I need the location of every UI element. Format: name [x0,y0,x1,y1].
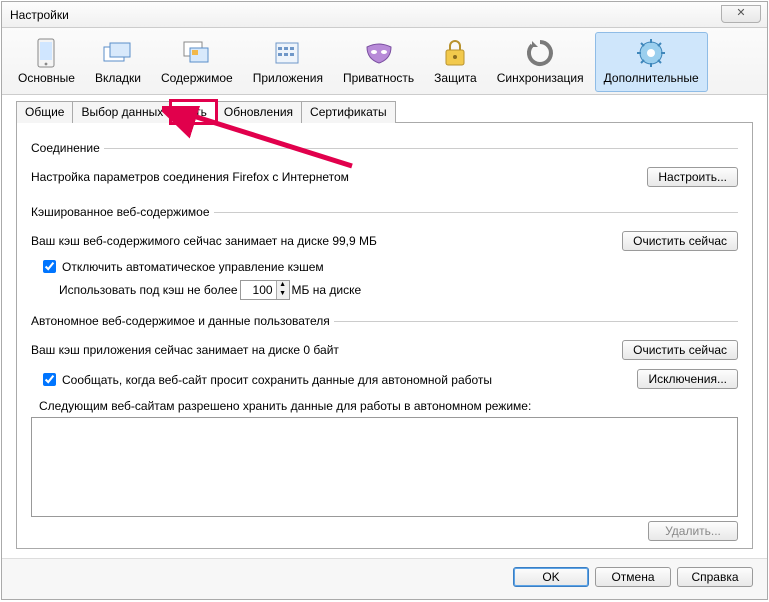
toolbar-label: Основные [18,71,75,85]
toolbar-sync[interactable]: Синхронизация [488,32,593,92]
cancel-button[interactable]: Отмена [595,567,671,587]
offline-list-label: Следующим веб-сайтам разрешено хранить д… [39,399,738,413]
delete-button: Удалить... [648,521,738,541]
subtab-strip: Общие Выбор данных Сеть Обновления Серти… [2,95,767,123]
toolbar-privacy[interactable]: Приватность [334,32,423,92]
close-button[interactable]: ✕ [721,5,761,23]
cache-legend: Кэшированное веб-содержимое [31,205,214,219]
toolbar-security[interactable]: Защита [425,32,486,92]
settings-panel: Соединение Настройка параметров соединен… [16,122,753,549]
ok-button[interactable]: OK [513,567,589,587]
content-icon [181,37,213,69]
toolbar-label: Содержимое [161,71,233,85]
toolbar-label: Дополнительные [604,71,699,85]
cache-limit-suffix: МБ на диске [292,283,362,297]
toolbar-applications[interactable]: Приложения [244,32,332,92]
connection-desc: Настройка параметров соединения Firefox … [31,170,647,184]
offline-notify-label: Сообщать, когда веб-сайт просит сохранит… [62,373,492,387]
offline-group: Автономное веб-содержимое и данные польз… [31,314,738,541]
lock-icon [439,37,471,69]
subtab-certificates[interactable]: Сертификаты [301,101,396,123]
toolbar-label: Синхронизация [497,71,584,85]
toolbar-label: Вкладки [95,71,141,85]
subtab-data-choices[interactable]: Выбор данных [72,101,172,123]
mask-icon [363,37,395,69]
clear-offline-button[interactable]: Очистить сейчас [622,340,738,360]
applications-icon [272,37,304,69]
override-cache-label: Отключить автоматическое управление кэше… [62,260,324,274]
cache-limit-stepper[interactable]: ▲ ▼ [240,280,290,300]
category-toolbar: Основные Вкладки Содержимое Приложения П… [2,28,767,95]
toolbar-tabs[interactable]: Вкладки [86,32,150,92]
window-title: Настройки [10,8,69,22]
offline-status: Ваш кэш приложения сейчас занимает на ди… [31,343,622,357]
dialog-footer: OK Отмена Справка [2,558,767,599]
titlebar: Настройки ✕ [2,2,767,28]
cache-limit-prefix: Использовать под кэш не более [59,283,238,297]
toolbar-content[interactable]: Содержимое [152,32,242,92]
cache-group: Кэшированное веб-содержимое Ваш кэш веб-… [31,205,738,300]
offline-legend: Автономное веб-содержимое и данные польз… [31,314,334,328]
offline-notify-checkbox[interactable] [43,373,56,386]
toolbar-general[interactable]: Основные [9,32,84,92]
subtab-network[interactable]: Сеть [171,101,216,123]
clear-cache-button[interactable]: Очистить сейчас [622,231,738,251]
tabs-icon [102,37,134,69]
cache-status: Ваш кэш веб-содержимого сейчас занимает … [31,234,622,248]
help-button[interactable]: Справка [677,567,753,587]
cache-limit-value[interactable] [241,282,276,298]
connection-legend: Соединение [31,141,104,155]
override-cache-checkbox[interactable] [43,260,56,273]
toolbar-advanced[interactable]: Дополнительные [595,32,708,92]
subtab-general[interactable]: Общие [16,101,73,123]
toolbar-label: Приложения [253,71,323,85]
sync-icon [524,37,556,69]
gear-icon [635,37,667,69]
spinner-up-icon[interactable]: ▲ [277,281,289,290]
toolbar-label: Приватность [343,71,414,85]
configure-button[interactable]: Настроить... [647,167,738,187]
offline-sites-list[interactable] [31,417,738,517]
connection-group: Соединение Настройка параметров соединен… [31,141,738,191]
phone-icon [30,37,62,69]
subtab-updates[interactable]: Обновления [215,101,302,123]
toolbar-label: Защита [434,71,477,85]
spinner-down-icon[interactable]: ▼ [277,290,289,299]
exceptions-button[interactable]: Исключения... [637,369,738,389]
